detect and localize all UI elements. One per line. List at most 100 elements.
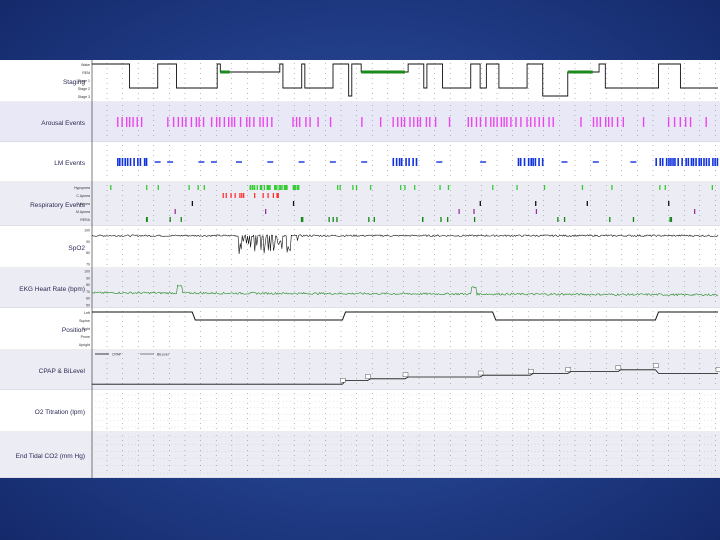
arousal-event-mark (425, 117, 428, 127)
arousal-event-mark (434, 117, 437, 127)
staging-row-label: Stage 1 (78, 79, 90, 83)
lm-event-mark (677, 158, 679, 166)
respiratory-event-mark (298, 185, 300, 190)
arousal-event-mark (592, 117, 595, 127)
respiratory-event-mark (664, 185, 666, 190)
position-row-label: Left (84, 311, 90, 315)
respiratory-event-mark (368, 217, 370, 222)
arousal-event-mark (448, 117, 451, 127)
respiratory-event-mark (230, 193, 232, 198)
lm-event-mark (655, 158, 657, 166)
respiratory-event-mark (693, 209, 696, 214)
arousal-event-mark (172, 117, 175, 127)
arousal-event-mark (689, 117, 692, 127)
respiratory-event-mark (373, 217, 375, 222)
respiratory-event-mark (292, 201, 295, 206)
lm-event-mark (541, 158, 544, 166)
respiratory-event-mark (157, 185, 159, 190)
cpap-marker-box (715, 367, 720, 372)
respiratory-event-mark (267, 185, 270, 190)
panel-staging-bg (0, 60, 720, 102)
cpap-marker-box (340, 378, 346, 383)
cpap-legend-label: CPAP (112, 353, 122, 357)
respiratory-event-mark (225, 193, 227, 198)
arousal-event-mark (117, 117, 119, 127)
respiratory-event-mark (447, 217, 449, 222)
lm-event-mark (714, 158, 716, 166)
arousal-event-mark (253, 117, 255, 127)
arousal-event-mark (510, 117, 512, 127)
panel-label-o2: O2 Titration (lpm) (35, 409, 85, 416)
arousal-event-mark (246, 117, 248, 127)
respiratory-event-mark (281, 185, 283, 190)
lm-event-mark (519, 158, 522, 166)
respiratory-row-label: O.Apnea (76, 202, 90, 206)
arousal-event-mark (475, 117, 478, 127)
arousal-event-mark (305, 117, 307, 127)
respiratory-event-mark (659, 185, 661, 190)
arousal-event-mark (599, 117, 602, 127)
arousal-event-mark (181, 117, 184, 127)
arousal-event-mark (667, 117, 670, 127)
respiratory-event-mark (242, 193, 245, 198)
lm-event-mark (668, 158, 670, 166)
position-row-label: Right (82, 327, 90, 331)
respiratory-event-mark (557, 217, 559, 222)
respiratory-event-mark (669, 217, 671, 222)
respiratory-event-mark (252, 185, 254, 190)
arousal-event-mark (249, 117, 251, 127)
cpap-marker-box (477, 370, 484, 376)
respiratory-row-label: Hypopnea (74, 186, 90, 190)
respiratory-event-mark (241, 193, 243, 198)
arousal-event-mark (379, 117, 382, 127)
hr-tick: 70 (86, 290, 90, 294)
lm-event-mark (133, 158, 135, 166)
arousal-event-mark (403, 117, 406, 127)
respiratory-event-mark (473, 209, 475, 214)
respiratory-event-mark (404, 185, 406, 190)
respiratory-event-mark (336, 217, 338, 222)
lm-event-dash (235, 161, 242, 163)
respiratory-event-mark (197, 185, 199, 190)
lm-event-mark (708, 158, 710, 166)
arousal-event-mark (292, 117, 294, 127)
arousal-event-mark (262, 117, 264, 127)
hr-tick: 80 (86, 283, 90, 287)
chart-svg: StagingArousal EventsLM EventsRespirator… (0, 60, 720, 478)
respiratory-event-mark (586, 201, 588, 206)
respiratory-event-mark (611, 185, 613, 190)
arousal-event-mark (616, 117, 619, 127)
arousal-event-mark (266, 117, 268, 127)
arousal-event-mark (419, 117, 422, 127)
arousal-event-mark (503, 117, 505, 127)
arousal-event-mark (493, 117, 495, 127)
arousal-event-mark (496, 117, 498, 127)
lm-event-dash (480, 161, 487, 163)
respiratory-event-mark (269, 185, 271, 190)
lm-event-mark (695, 158, 697, 166)
lm-event-dash (210, 161, 217, 163)
lm-event-mark (392, 158, 395, 166)
arousal-event-mark (299, 117, 301, 127)
arousal-event-mark (317, 117, 319, 127)
respiratory-event-mark (400, 185, 402, 190)
panel-position-bg (0, 308, 720, 350)
cpap-marker-box (402, 372, 409, 377)
panel-label-arousal: Arousal Events (41, 120, 85, 127)
lm-event-mark (661, 158, 664, 166)
panel-o2-bg (0, 390, 720, 432)
respiratory-event-mark (332, 217, 334, 222)
respiratory-event-mark (337, 185, 339, 190)
respiratory-event-mark (632, 217, 635, 222)
panel-spo2-bg (0, 226, 720, 268)
hr-tick: 60 (86, 297, 90, 301)
respiratory-event-mark (300, 217, 303, 222)
respiratory-event-mark (264, 209, 267, 214)
lm-event-dash (592, 161, 599, 163)
lm-event-mark (532, 158, 534, 166)
arousal-event-mark (467, 117, 469, 127)
panel-hr-bg (0, 268, 720, 308)
arousal-event-mark (195, 117, 198, 127)
respiratory-event-mark (422, 217, 424, 222)
arousal-event-mark (515, 117, 517, 127)
